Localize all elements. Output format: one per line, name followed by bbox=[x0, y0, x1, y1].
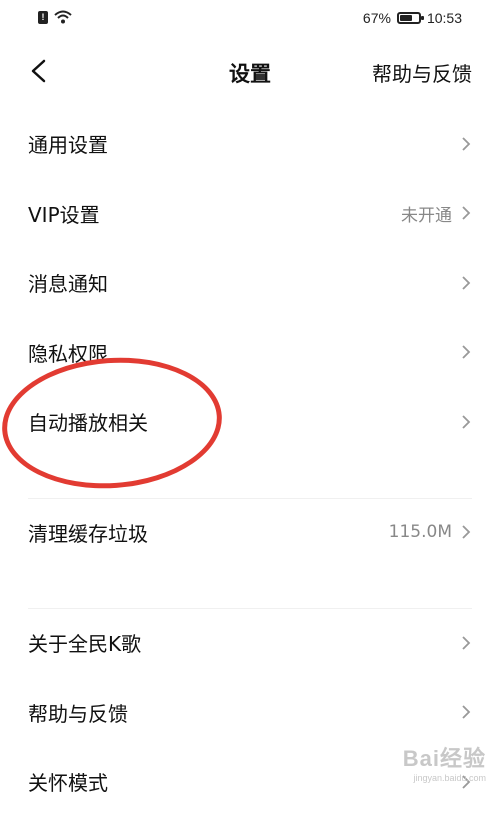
settings-row-right bbox=[452, 136, 472, 152]
wifi-icon bbox=[54, 10, 72, 24]
settings-row-right: 未开通 bbox=[401, 201, 472, 226]
chevron-right-icon bbox=[462, 525, 471, 539]
settings-row-right bbox=[452, 414, 472, 430]
chevron-right-icon bbox=[462, 137, 471, 151]
chevron-right-icon bbox=[462, 636, 471, 650]
settings-row-label: 隐私权限 bbox=[28, 341, 108, 366]
settings-row-value: 115.0M bbox=[388, 522, 452, 543]
battery-percent: 67% bbox=[362, 10, 391, 26]
settings-list: 通用设置 VIP设置 未开通消息通知隐私权限自动播放相关 清理缓存垃圾 115.0M 关于… bbox=[0, 109, 500, 817]
section-divider bbox=[0, 457, 500, 499]
settings-row-label: 清理缓存垃圾 bbox=[28, 521, 148, 546]
settings-row-label: 关怀模式 bbox=[28, 771, 108, 796]
settings-row[interactable]: 清理缓存垃圾 115.0M bbox=[0, 498, 500, 568]
settings-row[interactable]: 消息通知 bbox=[0, 248, 500, 318]
settings-row-label: VIP设置 bbox=[28, 202, 100, 227]
settings-row[interactable]: 通用设置 bbox=[0, 109, 500, 179]
settings-row-value: 未开通 bbox=[401, 205, 452, 226]
watermark-logo: Bai经验 bbox=[402, 746, 486, 771]
settings-row-label: 通用设置 bbox=[28, 133, 108, 158]
battery-icon bbox=[396, 12, 424, 24]
watermark: Bai经验 jingyan.baidu.com bbox=[403, 741, 486, 783]
sim-alert-icon: ! bbox=[38, 10, 48, 24]
settings-row[interactable]: 关于全民K歌 bbox=[0, 608, 500, 678]
settings-row-label: 帮助与反馈 bbox=[28, 701, 128, 726]
settings-row[interactable]: 隐私权限 bbox=[0, 318, 500, 388]
chevron-right-icon bbox=[462, 345, 471, 359]
settings-row[interactable]: 帮助与反馈 bbox=[0, 678, 500, 748]
watermark-url: jingyan.baidu.com bbox=[413, 773, 486, 783]
settings-row-right bbox=[452, 635, 472, 651]
clock: 10:53 bbox=[426, 10, 462, 26]
settings-row[interactable]: 自动播放相关 bbox=[0, 387, 500, 457]
settings-row-label: 消息通知 bbox=[28, 272, 108, 297]
help-feedback-link[interactable]: 帮助与反馈 bbox=[372, 58, 472, 87]
status-bar: ! 67% 10:53 bbox=[0, 0, 500, 38]
chevron-right-icon bbox=[462, 415, 471, 429]
status-right: 67% 10:53 bbox=[363, 10, 462, 26]
settings-row-right bbox=[452, 344, 472, 360]
settings-row-right: 115.0M bbox=[389, 522, 472, 542]
status-left: ! bbox=[38, 10, 72, 24]
navigation-bar: 设置 帮助与反馈 bbox=[0, 44, 500, 100]
chevron-right-icon bbox=[462, 206, 471, 220]
section-divider bbox=[0, 567, 500, 609]
chevron-right-icon bbox=[462, 276, 471, 290]
settings-row-label: 关于全民K歌 bbox=[28, 632, 142, 657]
settings-row-right bbox=[452, 704, 472, 720]
settings-row[interactable]: VIP设置 未开通 bbox=[0, 179, 500, 249]
settings-row-right bbox=[452, 275, 472, 291]
chevron-right-icon bbox=[462, 705, 471, 719]
settings-row-label: 自动播放相关 bbox=[28, 411, 148, 436]
